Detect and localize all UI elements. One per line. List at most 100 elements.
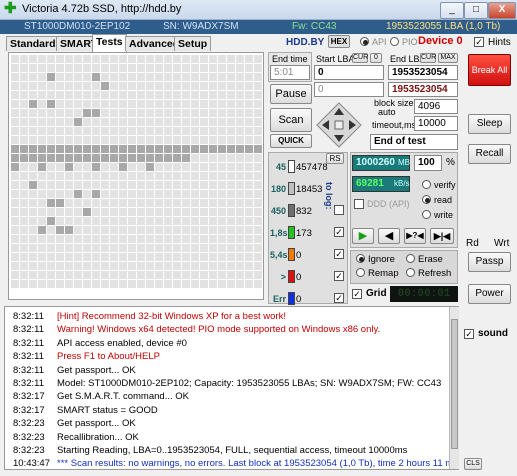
grid-cell xyxy=(65,262,73,270)
grid-cell xyxy=(38,64,46,72)
rs-button[interactable]: RS xyxy=(326,153,344,164)
grid-cell xyxy=(164,154,172,162)
grid-cell xyxy=(83,91,91,99)
end-lba-field[interactable]: 1953523054 xyxy=(388,65,458,80)
grid-cell xyxy=(137,172,145,180)
log-scrollbar[interactable] xyxy=(449,307,459,469)
break-all-button[interactable]: Break All xyxy=(468,54,511,86)
grid-cell xyxy=(128,145,136,153)
scan-button[interactable]: Scan xyxy=(270,108,312,132)
sound-checkbox[interactable]: ✓ xyxy=(464,329,474,339)
counter-log-checkbox[interactable]: ✓ xyxy=(334,249,344,259)
tab-tests[interactable]: Tests xyxy=(92,34,127,52)
navigation-pad[interactable] xyxy=(316,102,362,148)
grid-cell xyxy=(110,154,118,162)
read-radio[interactable] xyxy=(422,195,431,204)
grid-cell xyxy=(20,109,28,117)
grid-cell xyxy=(209,280,217,288)
tab-standard[interactable]: Standard xyxy=(6,36,60,51)
power-button[interactable]: Power xyxy=(468,284,511,304)
api-radio[interactable] xyxy=(360,37,369,46)
grid-cell xyxy=(200,91,208,99)
grid-cell xyxy=(74,235,82,243)
counter-log-checkbox[interactable]: ✓ xyxy=(334,271,344,281)
grid-cell xyxy=(146,118,154,126)
counter-swatch xyxy=(288,270,295,283)
remap-radio[interactable] xyxy=(356,268,365,277)
grid-cell xyxy=(191,55,199,63)
grid-cell xyxy=(20,127,28,135)
grid-cell xyxy=(146,181,154,189)
play-button[interactable]: ▶ xyxy=(352,228,374,244)
grid-cell xyxy=(146,127,154,135)
end-lba-cur-button[interactable]: CUR xyxy=(420,53,436,63)
grid-cell xyxy=(83,271,91,279)
tab-setup[interactable]: Setup xyxy=(174,36,212,51)
grid-cell xyxy=(254,235,262,243)
grid-cell xyxy=(218,190,226,198)
grid-cell xyxy=(56,253,64,261)
maximize-button[interactable]: □ xyxy=(464,2,488,19)
erase-radio[interactable] xyxy=(406,254,415,263)
end-mode-select[interactable]: End of test xyxy=(370,134,458,150)
grid-cell xyxy=(173,244,181,252)
grid-cell xyxy=(146,244,154,252)
grid-cell xyxy=(236,73,244,81)
start-lba-zero-button[interactable]: 0 xyxy=(370,53,382,63)
grid-cell xyxy=(128,73,136,81)
hex-button[interactable]: HEX xyxy=(328,35,350,48)
counter-log-checkbox[interactable]: ✓ xyxy=(334,293,344,303)
ddd-checkbox[interactable] xyxy=(354,199,364,209)
grid-cell xyxy=(155,208,163,216)
recall-button[interactable]: Recall xyxy=(468,144,511,164)
back-button[interactable]: ◀ xyxy=(378,228,400,244)
hints-checkbox[interactable]: ✓ xyxy=(474,37,484,47)
grid-cell xyxy=(182,181,190,189)
verify-radio[interactable] xyxy=(422,180,431,189)
grid-cell xyxy=(209,118,217,126)
grid-cell xyxy=(182,109,190,117)
grid-cell xyxy=(146,226,154,234)
pio-radio[interactable] xyxy=(390,37,399,46)
grid-cell xyxy=(173,235,181,243)
grid-checkbox[interactable]: ✓ xyxy=(352,289,362,299)
end-button[interactable]: ▶|◀ xyxy=(430,228,454,244)
grid-cell xyxy=(38,244,46,252)
grid-cell xyxy=(191,190,199,198)
skip-question-button[interactable]: ▶?◀ xyxy=(404,228,426,244)
start-lba-cur-button[interactable]: CUR xyxy=(352,53,368,63)
grid-cell xyxy=(209,271,217,279)
cls-button[interactable]: CLS xyxy=(464,458,482,470)
grid-cell xyxy=(227,262,235,270)
passp-button[interactable]: Passp xyxy=(468,252,511,272)
grid-cell xyxy=(227,55,235,63)
end-time-field[interactable]: 5:01 xyxy=(270,65,310,80)
quick-button[interactable]: QUICK xyxy=(270,134,312,148)
close-button[interactable]: X xyxy=(488,2,516,19)
block-size-select[interactable]: 4096 xyxy=(414,99,458,114)
grid-cell xyxy=(245,64,253,72)
end-lba-max-button[interactable]: MAX xyxy=(438,53,458,63)
pause-button[interactable]: Pause xyxy=(270,84,312,104)
minimize-button[interactable]: _ xyxy=(440,2,464,19)
timeout-select[interactable]: 10000 xyxy=(414,116,458,131)
grid-cell xyxy=(65,163,73,171)
grid-cell xyxy=(29,271,37,279)
log-message: Press F1 to About/HELP xyxy=(57,351,160,363)
ignore-radio[interactable] xyxy=(356,254,365,263)
grid-cell xyxy=(101,199,109,207)
counter-log-checkbox[interactable]: ✓ xyxy=(334,227,344,237)
write-radio[interactable] xyxy=(422,210,431,219)
drive-firmware: Fw: CC43 xyxy=(292,21,337,32)
grid-cell xyxy=(56,55,64,63)
scroll-thumb[interactable] xyxy=(451,319,458,449)
grid-cell xyxy=(137,100,145,108)
grid-cell xyxy=(227,100,235,108)
grid-cell xyxy=(254,82,262,90)
sleep-button[interactable]: Sleep xyxy=(468,114,511,134)
grid-cell xyxy=(173,82,181,90)
counter-log-checkbox[interactable] xyxy=(334,205,344,215)
start-lba-field[interactable]: 0 xyxy=(314,65,384,80)
grid-cell xyxy=(74,217,82,225)
refresh-radio[interactable] xyxy=(406,268,415,277)
